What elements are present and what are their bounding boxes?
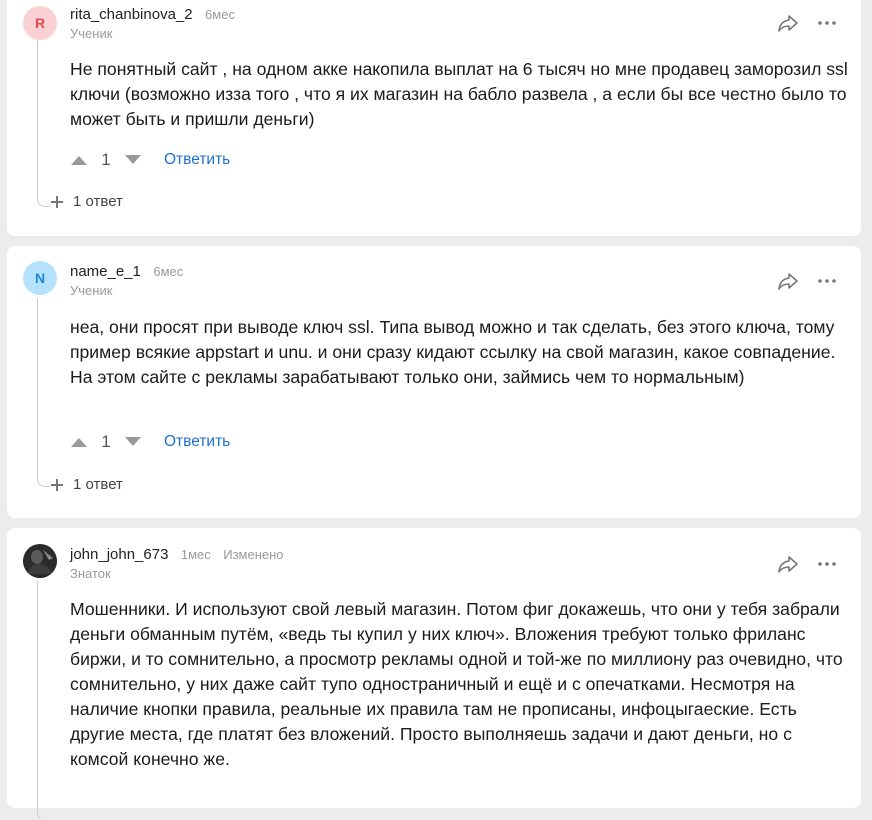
plus-icon	[50, 478, 64, 492]
user-role: Знаток	[70, 566, 111, 581]
upvote-triangle-icon[interactable]	[70, 154, 88, 166]
avatar-photo-icon	[23, 544, 57, 578]
comment-meta: rita_chanbinova_2 6мес Ученик	[70, 5, 235, 43]
thread-line	[37, 298, 50, 487]
answers-count: 1 ответ	[73, 193, 123, 210]
comment-text: Мошенники. И используют свой левый магаз…	[70, 599, 843, 769]
more-dots-icon[interactable]	[817, 13, 837, 33]
comment-card: john_john_673 1мес Изменено Знаток Мошен…	[7, 528, 861, 820]
reply-button[interactable]: Ответить	[164, 433, 230, 451]
answers-count: 1 ответ	[73, 476, 123, 493]
avatar-letter: R	[34, 15, 46, 31]
comment-text: неа, они просят при выводе ключ ssl. Тип…	[70, 317, 836, 387]
comment-card: R rita_chanbinova_2 6мес Ученик Не понят…	[7, 0, 861, 236]
downvote-triangle-icon[interactable]	[124, 436, 142, 448]
comment-time: 6мес	[205, 7, 235, 22]
share-arrow-icon[interactable]	[776, 552, 800, 576]
username[interactable]: name_e_1	[70, 263, 141, 280]
thread-line	[37, 40, 50, 207]
share-arrow-icon[interactable]	[776, 11, 800, 35]
comment-meta: name_e_1 6мес Ученик	[70, 262, 183, 300]
user-role: Ученик	[70, 283, 113, 298]
show-answers-button[interactable]: 1 ответ	[50, 476, 123, 493]
vote-bar: 1 Ответить	[70, 430, 230, 454]
vote-bar: 1 Ответить	[70, 148, 230, 172]
more-dots-icon[interactable]	[817, 554, 837, 574]
vote-count: 1	[101, 432, 111, 451]
comment-card: N name_e_1 6мес Ученик неа, они просят п…	[7, 246, 861, 518]
comment-meta: john_john_673 1мес Изменено Знаток	[70, 545, 284, 583]
more-dots-icon[interactable]	[817, 271, 837, 291]
plus-icon	[50, 195, 64, 209]
user-role: Ученик	[70, 26, 113, 41]
vote-count: 1	[101, 150, 111, 169]
avatar[interactable]	[23, 544, 57, 578]
avatar-letter: N	[34, 270, 46, 286]
thread-line	[37, 580, 50, 820]
edited-label: Изменено	[223, 547, 284, 562]
downvote-triangle-icon[interactable]	[124, 154, 142, 166]
avatar[interactable]: R	[23, 6, 57, 40]
share-arrow-icon[interactable]	[776, 269, 800, 293]
reply-button[interactable]: Ответить	[164, 151, 230, 169]
username[interactable]: rita_chanbinova_2	[70, 6, 193, 23]
upvote-triangle-icon[interactable]	[70, 436, 88, 448]
show-answers-button[interactable]: 1 ответ	[50, 193, 123, 210]
username[interactable]: john_john_673	[70, 546, 168, 563]
avatar[interactable]: N	[23, 261, 57, 295]
comment-time: 6мес	[153, 264, 184, 279]
comment-time: 1мес	[180, 547, 211, 562]
comment-text: Не понятный сайт , на одном акке накопил…	[70, 59, 848, 129]
